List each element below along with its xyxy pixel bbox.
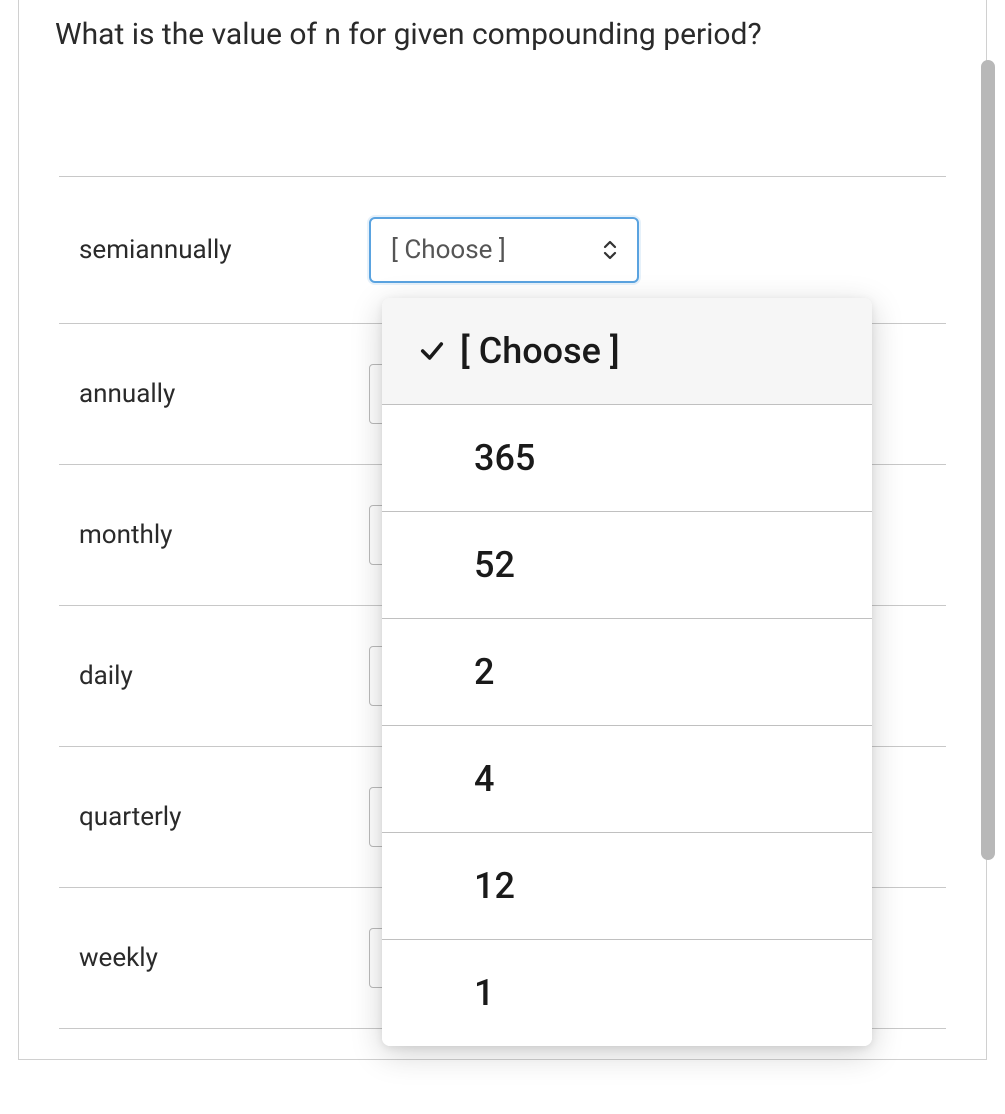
row-label-semiannually: semiannually <box>79 235 369 265</box>
dropdown-menu: [ Choose ] 365 52 2 4 12 1 <box>382 298 872 1046</box>
row-label-weekly: weekly <box>79 943 369 973</box>
select-wrapper: [ Choose ] <box>369 217 639 283</box>
dropdown-option-52[interactable]: 52 <box>382 512 872 619</box>
dropdown-option-12[interactable]: 12 <box>382 833 872 940</box>
row-label-quarterly: quarterly <box>79 802 369 832</box>
dropdown-option-1[interactable]: 1 <box>382 940 872 1046</box>
dropdown-option-2[interactable]: 2 <box>382 619 872 726</box>
dropdown-item-label: 12 <box>460 865 515 907</box>
row-label-monthly: monthly <box>79 520 369 550</box>
dropdown-item-label: [ Choose ] <box>460 330 620 372</box>
question-text: What is the value of n for given compoun… <box>19 0 986 76</box>
check-icon <box>412 337 452 365</box>
dropdown-item-label: 2 <box>460 651 494 693</box>
dropdown-item-label: 52 <box>460 544 515 586</box>
row-label-daily: daily <box>79 661 369 691</box>
scrollbar-thumb[interactable] <box>981 60 995 860</box>
select-placeholder: [ Choose ] <box>391 235 506 265</box>
dropdown-option-choose[interactable]: [ Choose ] <box>382 298 872 405</box>
dropdown-option-4[interactable]: 4 <box>382 726 872 833</box>
dropdown-option-365[interactable]: 365 <box>382 405 872 512</box>
chevron-up-down-icon <box>601 238 619 262</box>
dropdown-item-label: 1 <box>460 972 494 1014</box>
dropdown-item-label: 4 <box>460 758 494 800</box>
dropdown-item-label: 365 <box>460 437 535 479</box>
scrollbar-track[interactable] <box>981 60 995 860</box>
select-semiannually[interactable]: [ Choose ] <box>369 217 639 283</box>
row-label-annually: annually <box>79 379 369 409</box>
